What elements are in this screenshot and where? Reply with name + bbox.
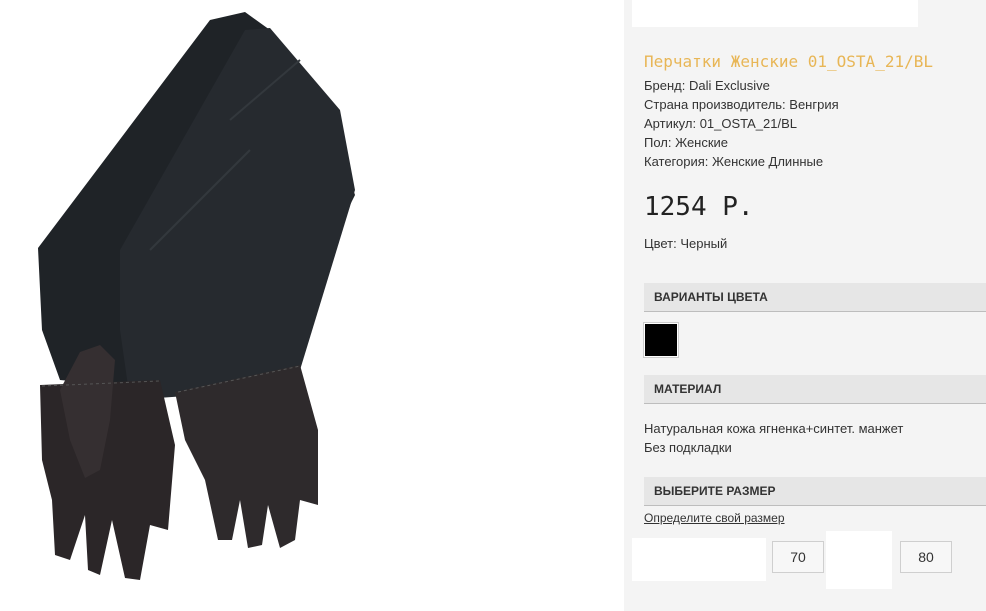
glove-leather-front [175,365,318,548]
product-image-area [0,0,624,611]
product-brand: Бренд: Dali Exclusive [644,78,770,93]
choose-size-label: ВЫБЕРИТЕ РАЗМЕР [654,484,776,498]
product-image[interactable] [0,0,624,611]
product-price: 1254 Р. [644,192,754,222]
product-color: Цвет: Черный [644,236,728,251]
choose-size-header: ВЫБЕРИТЕ РАЗМЕР [644,477,986,506]
product-country: Страна производитель: Венгрия [644,97,839,112]
product-gender: Пол: Женские [644,135,729,150]
size-blank-middle [826,531,892,589]
size-blank-left [632,538,766,581]
size-guide-link[interactable]: Определите свой размер [644,511,785,525]
product-category: Категория: Женские Длинные [644,154,824,169]
color-variants-label: ВАРИАНТЫ ЦВЕТА [654,290,768,304]
color-swatch-black[interactable] [644,323,678,357]
top-blank-box [632,0,918,27]
size-option-80[interactable]: 80 [900,541,952,573]
material-line-1: Натуральная кожа ягненка+синтет. манжет [644,421,904,436]
product-info-panel: Перчатки Женские 01_OSTA_21/BL Бренд: Da… [624,0,986,611]
material-line-2: Без подкладки [644,440,732,455]
product-article: Артикул: 01_OSTA_21/BL [644,116,798,131]
material-header: МАТЕРИАЛ [644,375,986,404]
glove-knit-sleeve-front [120,28,355,400]
size-option-70[interactable]: 70 [772,541,824,573]
color-variants-header: ВАРИАНТЫ ЦВЕТА [644,283,986,312]
product-title: Перчатки Женские 01_OSTA_21/BL [644,52,933,71]
material-label: МАТЕРИАЛ [654,382,722,396]
